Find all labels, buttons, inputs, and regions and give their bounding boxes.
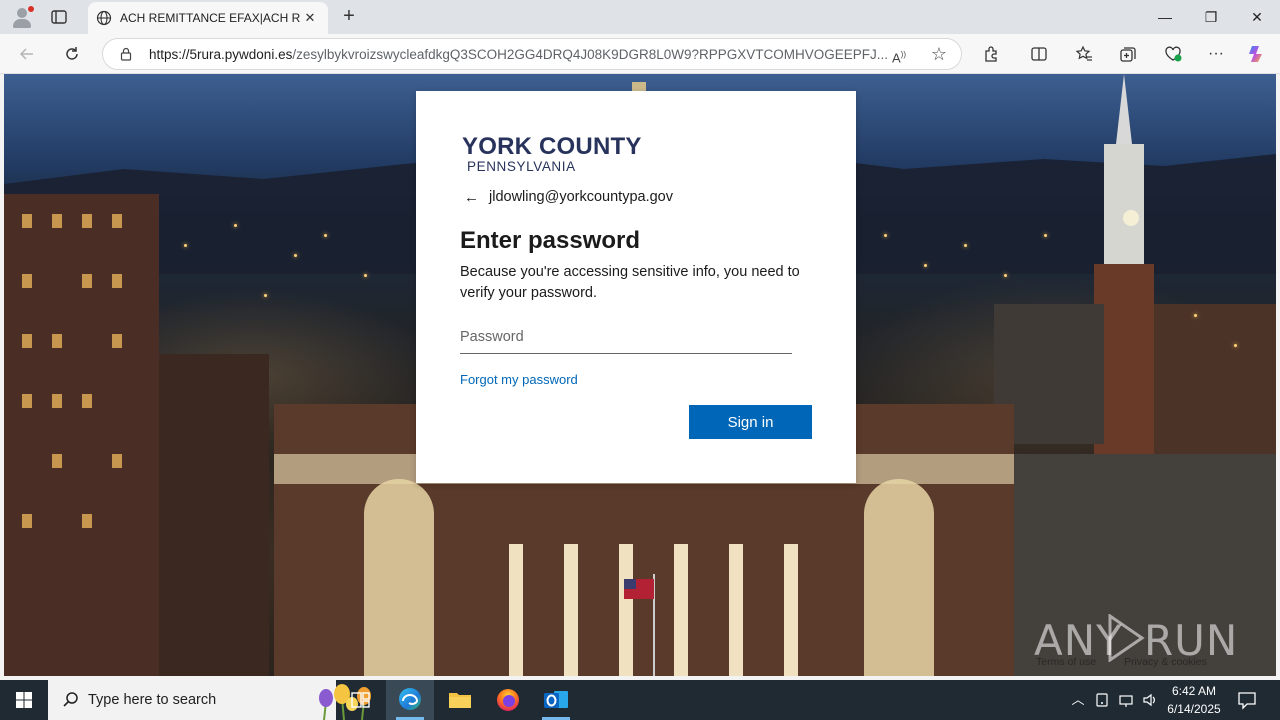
extensions-icon[interactable] — [980, 43, 1002, 65]
outlook-icon[interactable] — [532, 680, 580, 720]
address-bar[interactable]: https://5rura.pywdoni.es/zesylbykvroizsw… — [102, 38, 962, 70]
more-icon[interactable]: ··· — [1205, 43, 1227, 65]
terms-of-use-link[interactable]: Terms of use — [1036, 656, 1096, 668]
favorites-icon[interactable] — [1073, 43, 1095, 65]
search-icon — [62, 691, 80, 709]
firefox-icon[interactable] — [484, 680, 532, 720]
tab-title: ACH REMITTANCE EFAX|ACH REMITTANCE EFAX — [120, 11, 300, 25]
new-tab-button[interactable]: + — [338, 6, 360, 28]
search-placeholder: Type here to search — [88, 692, 217, 708]
read-aloud-icon[interactable]: A)) — [889, 45, 909, 65]
sign-in-button[interactable]: Sign in — [689, 405, 812, 439]
refresh-icon[interactable] — [61, 43, 83, 65]
windows-start-icon[interactable] — [0, 680, 48, 720]
browser-toolbar: https://5rura.pywdoni.es/zesylbykvroizsw… — [0, 34, 1280, 74]
account-email: jldowling@yorkcountypa.gov — [489, 189, 673, 205]
login-card: YORK COUNTY PENNSYLVANIA ← jldowling@yor… — [416, 91, 856, 483]
split-screen-icon[interactable] — [1028, 43, 1050, 65]
anyrun-watermark: ANY RUN Terms of use Privacy & cookies — [1034, 614, 1237, 670]
file-explorer-icon[interactable] — [436, 680, 484, 720]
forgot-password-link[interactable]: Forgot my password — [460, 372, 578, 387]
back-icon[interactable] — [16, 43, 38, 65]
show-hidden-icons-icon[interactable]: ︿ — [1068, 690, 1088, 710]
york-county-logo: YORK COUNTY PENNSYLVANIA — [462, 135, 642, 175]
edge-icon[interactable] — [386, 680, 434, 720]
profile-icon[interactable] — [10, 6, 34, 28]
favorite-star-icon[interactable]: ☆ — [929, 44, 949, 64]
url-host: https://5rura.pywdoni.es — [149, 47, 293, 62]
browser-tab[interactable]: ACH REMITTANCE EFAX|ACH REMITTANCE EFAX … — [88, 2, 328, 34]
url-path: /zesylbykvroizswycleafdkgQ3SCOH2GG4DRQ4J… — [292, 47, 889, 62]
tab-close-icon[interactable]: ✕ — [302, 10, 318, 26]
task-view-icon[interactable] — [336, 680, 384, 720]
browser-essentials-icon[interactable] — [1162, 43, 1184, 65]
volume-icon[interactable] — [1140, 690, 1160, 710]
minimize-button[interactable]: — — [1142, 0, 1188, 34]
back-arrow-icon[interactable]: ← — [464, 188, 484, 208]
description-text: Because you're accessing sensitive info,… — [460, 264, 800, 301]
clock-time: 6:42 AM — [1171, 684, 1217, 698]
collections-icon[interactable] — [1117, 43, 1139, 65]
notifications-icon[interactable] — [1236, 689, 1258, 711]
taskbar: Type here to search ︿ 6:42 AM 6/14/2025 — [0, 680, 1280, 720]
tab-strip: ACH REMITTANCE EFAX|ACH REMITTANCE EFAX … — [0, 0, 1280, 34]
logo-line-1: YORK COUNTY — [462, 133, 642, 160]
copilot-icon[interactable] — [1246, 43, 1268, 65]
privacy-cookies-link[interactable]: Privacy & cookies — [1124, 656, 1207, 668]
restore-button[interactable]: ❐ — [1188, 0, 1234, 34]
page-title: Enter password — [460, 227, 641, 254]
device-icon[interactable] — [1092, 690, 1112, 710]
play-logo-icon — [1108, 614, 1145, 662]
clock-date: 6/14/2025 — [1167, 702, 1221, 716]
taskbar-search-box[interactable]: Type here to search — [48, 680, 371, 720]
globe-icon — [96, 10, 112, 26]
window-close-button[interactable]: ✕ — [1234, 0, 1280, 34]
password-field[interactable] — [460, 320, 792, 354]
system-clock[interactable]: 6:42 AM 6/14/2025 — [1162, 682, 1226, 718]
logo-line-2: PENNSYLVANIA — [467, 159, 576, 174]
lock-icon[interactable] — [119, 47, 133, 61]
url-text: https://5rura.pywdoni.es/zesylbykvroizsw… — [149, 47, 929, 62]
network-icon[interactable] — [1116, 690, 1136, 710]
tab-actions-icon[interactable] — [50, 8, 68, 26]
